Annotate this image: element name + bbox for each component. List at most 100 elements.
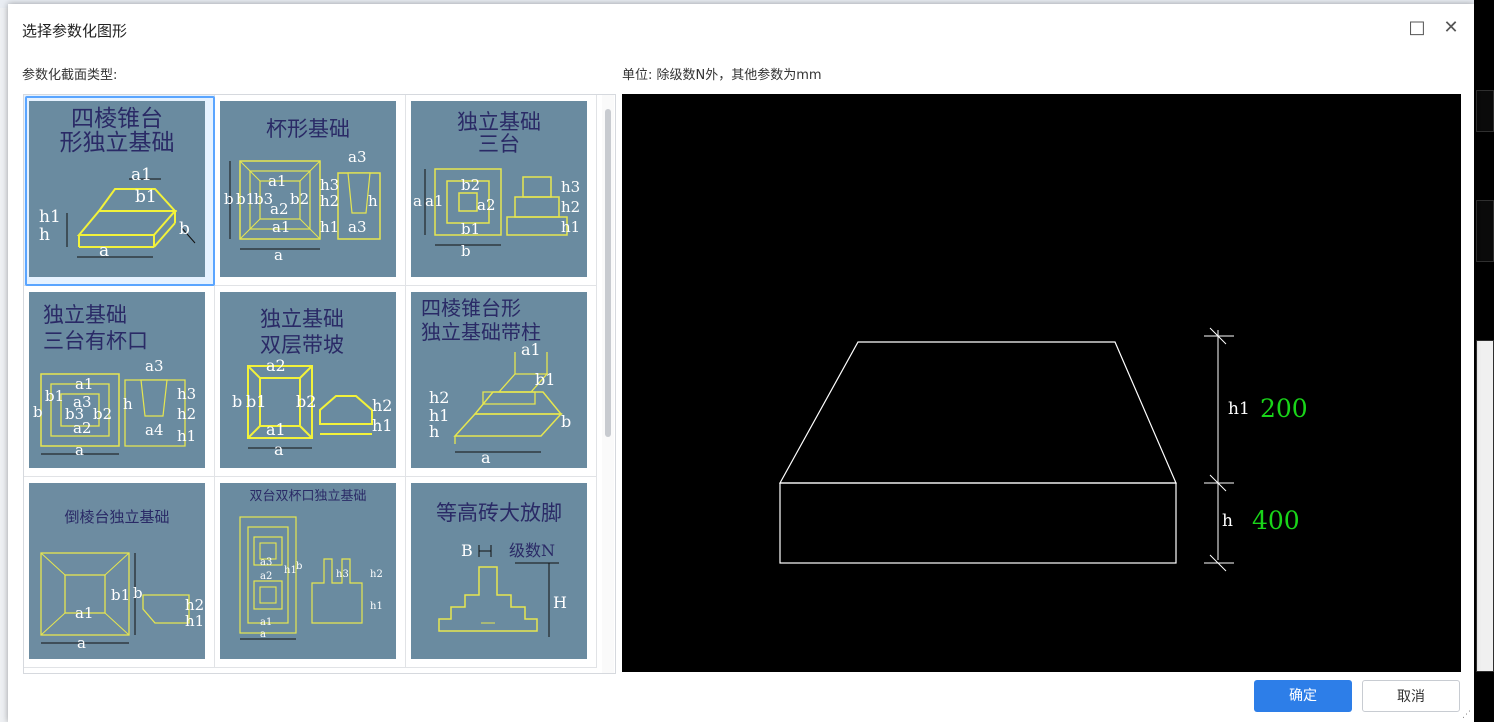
shape-thumbnail: 杯形基础 a1 a2 a1 b b1 b3 b2 a3 h3 h2 h1 h a… [220,101,396,277]
dim-label: b1 [461,220,481,238]
dim-label: 级数N [509,541,556,560]
dim-label: b [33,403,43,421]
gallery-scrollbar[interactable] [602,95,614,673]
shape-item-cup-foundation[interactable]: 杯形基础 a1 a2 a1 b b1 b3 b2 a3 h3 h2 h1 h a… [215,95,406,286]
dim-label: b [133,584,143,602]
dim-label: b2 [290,190,310,208]
dim-label: a1 [425,192,444,210]
dim-label: b1 [45,387,65,405]
shape-thumbnail: 独立基础 三台有杯口 a1 a2 a3 b1 b3 b2 b a a3 h3 h… [29,292,205,468]
double-slope-drawing [247,365,373,449]
shape-thumbnail: 独立基础 三台 b2 a2 a a1 b1 b h3 h2 h1 [411,101,587,277]
resize-grip-icon[interactable]: ⋰ [1462,710,1472,720]
dim-label: b1 [535,370,556,389]
dim-label: b1 [111,586,131,604]
dim-label: a2 [477,196,496,214]
shape-item-inverted-frustum-foundation[interactable]: 倒棱台独立基础 b1 a1 a b h2 h1 [24,477,215,668]
close-icon[interactable]: ✕ [1440,17,1462,39]
dim-label: h [429,422,440,441]
dim-label: h1 [284,565,297,576]
background-app-left-edge [0,8,8,722]
dim-label: b [179,219,190,239]
pyramid-frustum-drawing [66,178,196,258]
dim-label: a3 [145,357,164,375]
dim-label: a [260,629,266,640]
dim-name-label: h1 [1228,399,1250,419]
shape-item-three-step-cup-foundation[interactable]: 独立基础 三台有杯口 a1 a2 a3 b1 b3 b2 b a a3 h3 h… [24,286,215,477]
dim-label: h [368,192,378,210]
inverted-frustum-drawing [40,552,190,644]
shape-item-three-step-foundation[interactable]: 独立基础 三台 b2 a2 a a1 b1 b h3 h2 h1 [406,95,597,286]
dim-label: a [274,440,284,459]
dim-label: b2 [93,405,113,423]
shape-item-double-slope-foundation[interactable]: 独立基础 双层带坡 a2 b b1 b2 a1 a h2 h1 [215,286,406,477]
shape-thumbnail: 等高砖大放脚 B 级数N H [411,483,587,659]
dim-label: b2 [296,392,317,411]
shape-caption: 四棱锥台 形独立基础 [59,106,175,156]
dim-label: b [232,392,243,411]
dim-label: a [413,192,422,210]
frustum-outline [778,341,1177,484]
dim-label: H [553,593,567,612]
shape-thumbnail: 四棱锥台 形独立基础 a1 b1 h1 h a b [29,101,205,277]
dim-label: b1 [246,392,267,411]
dim-label: b [296,561,303,572]
dim-label: a2 [266,356,286,375]
shape-gallery[interactable]: 四棱锥台 形独立基础 a1 b1 h1 h a b 杯形基础 a1 a2 a1 … [23,94,616,674]
dim-label: a3 [348,218,367,236]
dim-label: h3 [336,569,349,580]
dim-label: b3 [65,405,85,423]
unit-label: 单位: 除级数N外，其他参数为mm [622,68,822,83]
dim-value-label: 200 [1260,394,1308,423]
section-type-label: 参数化截面类型: [22,68,118,83]
dim-label: a [75,441,84,459]
dim-label: a1 [75,604,94,622]
background-scrollbar [1476,340,1494,672]
dim-label: a [99,241,110,261]
dim-label: h2 [320,192,340,210]
cancel-button[interactable]: 取消 [1362,680,1460,712]
dim-label: B [461,541,473,560]
dim-label: h [39,225,50,245]
background-app-canvas-edge [1474,0,1494,722]
shape-thumbnail: 倒棱台独立基础 b1 a1 a b h2 h1 [29,483,205,659]
dim-label: h [123,395,133,413]
ok-button[interactable]: 确定 [1254,680,1352,712]
dim-label: a [77,634,86,652]
shape-item-pyramid-frustum-foundation[interactable]: 四棱锥台 形独立基础 a1 b1 h1 h a b [24,95,215,286]
background-cad-block [1476,200,1494,262]
shape-thumbnail: 双台双杯口独立基础 a3 a2 a1 a h1 b h3 h2 h1 [220,483,396,659]
shape-item-pyramid-frustum-with-column[interactable]: 四棱锥台形 独立基础带柱 a1 b1 h2 h1 h a b [406,286,597,477]
dim-label: h1 [561,218,581,236]
dim-label: h1 [39,207,61,227]
select-parametric-shape-dialog: 选择参数化图形 □ ✕ 参数化截面类型: 单位: 除级数N外，其他参数为mm 四… [8,4,1474,722]
dim-label: b [461,242,471,260]
dim-label: h1 [185,612,205,630]
dim-label: h1 [370,601,383,612]
dialog-title: 选择参数化图形 [22,22,128,40]
dim-label: h2 [370,569,383,580]
shape-item-brick-footing[interactable]: 等高砖大放脚 B 级数N H [406,477,597,668]
background-cad-block [1476,90,1494,132]
dim-label: h1 [372,416,393,435]
dialog-titlebar: 选择参数化图形 □ ✕ [8,4,1474,54]
dim-label: h1 [177,427,197,445]
dim-name-label: h [1222,511,1233,531]
dim-label: a1 [272,218,291,236]
dim-label: b1 [236,190,256,208]
dim-label: a [274,246,283,264]
dim-label: b1 [135,187,157,207]
dim-label: b [561,412,572,431]
dim-label: b [224,190,234,208]
shape-item-double-cup-foundation[interactable]: 双台双杯口独立基础 a3 a2 a1 a h1 b h3 h2 h1 [215,477,406,668]
gallery-scrollbar-thumb[interactable] [605,109,611,437]
dim-label: h2 [177,405,197,423]
maximize-icon[interactable]: □ [1406,17,1428,39]
base-outline [779,482,1177,564]
dim-label: a [481,448,491,467]
dim-label: a2 [260,571,273,582]
dim-value-label: 400 [1252,506,1300,535]
dim-label: a3 [348,148,367,166]
brick-footing-drawing [438,545,559,637]
dim-label: h1 [320,218,340,236]
